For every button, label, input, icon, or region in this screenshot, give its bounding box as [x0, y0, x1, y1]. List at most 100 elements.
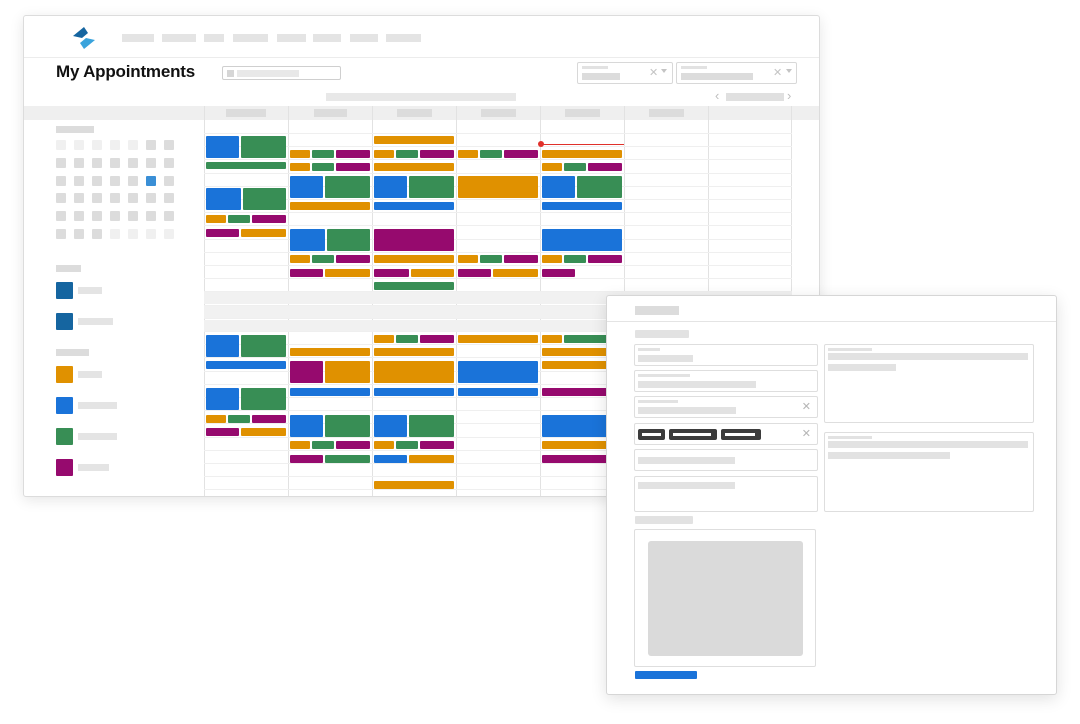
appointment-event[interactable] [374, 481, 454, 489]
nav-item[interactable] [162, 34, 196, 42]
clear-icon[interactable]: ✕ [802, 400, 811, 414]
filter-select[interactable]: ✕ [676, 62, 797, 84]
appointment-event[interactable] [252, 415, 286, 423]
day-header[interactable] [314, 109, 347, 117]
mini-calendar-day[interactable] [146, 175, 156, 186]
appointment-event[interactable] [290, 348, 370, 356]
appointment-event[interactable] [206, 335, 239, 357]
appointment-event[interactable] [396, 150, 418, 158]
appointment-event[interactable] [480, 150, 502, 158]
appointment-event[interactable] [206, 188, 241, 210]
appointment-event[interactable] [542, 255, 562, 263]
form-field[interactable] [634, 370, 818, 392]
scheduler-logo-icon[interactable] [70, 26, 98, 50]
clear-icon[interactable]: ✕ [649, 66, 658, 80]
appointment-event[interactable] [374, 415, 407, 437]
appointment-event[interactable] [327, 229, 370, 251]
mini-calendar-day[interactable] [92, 193, 102, 204]
appointment-event[interactable] [374, 163, 454, 171]
mini-calendar-day[interactable] [128, 229, 138, 239]
mini-calendar-day[interactable] [110, 211, 120, 222]
appointment-event[interactable] [325, 269, 370, 277]
appointment-event[interactable] [290, 255, 310, 263]
mini-calendar-day[interactable] [56, 211, 66, 222]
appointment-event[interactable] [493, 269, 538, 277]
nav-item[interactable] [233, 34, 268, 42]
appointment-event[interactable] [396, 441, 418, 449]
appointment-event[interactable] [409, 176, 454, 198]
mini-calendar-day[interactable] [146, 211, 156, 222]
appointment-event[interactable] [206, 428, 239, 436]
day-header[interactable] [481, 109, 516, 117]
mini-calendar-day[interactable] [164, 211, 174, 222]
description-textarea[interactable] [824, 344, 1034, 423]
day-header[interactable] [565, 109, 600, 117]
appointment-event[interactable] [206, 415, 226, 423]
appointment-event[interactable] [243, 188, 286, 210]
selected-chip[interactable] [669, 429, 717, 440]
appointment-event[interactable] [458, 150, 478, 158]
appointment-event[interactable] [290, 163, 310, 171]
mini-calendar-day[interactable] [128, 211, 138, 222]
appointment-event[interactable] [374, 176, 407, 198]
mini-calendar-day[interactable] [164, 140, 174, 150]
appointment-event[interactable] [336, 150, 370, 158]
appointment-event[interactable] [241, 136, 286, 158]
nav-item[interactable] [277, 34, 306, 42]
mini-calendar-day[interactable] [74, 157, 84, 168]
day-header[interactable] [649, 109, 684, 117]
nav-item[interactable] [386, 34, 421, 42]
appointment-event[interactable] [290, 388, 370, 396]
form-field[interactable] [634, 344, 818, 366]
mini-calendar-day[interactable] [128, 157, 138, 168]
mini-calendar-day[interactable] [110, 193, 120, 204]
mini-calendar-day[interactable] [110, 157, 120, 168]
mini-calendar-day[interactable] [56, 193, 66, 204]
nav-item[interactable] [313, 34, 341, 42]
form-field[interactable]: ✕ [634, 396, 818, 418]
appointment-event[interactable] [420, 150, 454, 158]
appointment-event[interactable] [409, 415, 454, 437]
appointment-event[interactable] [542, 202, 622, 210]
appointment-event[interactable] [411, 269, 454, 277]
mini-calendar-day[interactable] [56, 140, 66, 150]
search-input[interactable] [222, 66, 341, 80]
appointment-event[interactable] [228, 415, 250, 423]
appointment-event[interactable] [480, 255, 502, 263]
mini-calendar-day[interactable] [74, 175, 84, 186]
appointment-event[interactable] [409, 455, 454, 463]
appointment-event[interactable] [290, 269, 323, 277]
appointment-event[interactable] [374, 255, 454, 263]
chevron-left-icon[interactable]: ‹ [715, 89, 719, 103]
mini-calendar-day[interactable] [146, 193, 156, 204]
mini-calendar-day[interactable] [164, 175, 174, 186]
mini-calendar-day[interactable] [92, 140, 102, 150]
mini-calendar-day[interactable] [146, 229, 156, 239]
appointment-event[interactable] [374, 361, 454, 383]
appointment-event[interactable] [241, 388, 286, 410]
appointment-event[interactable] [290, 229, 325, 251]
appointment-event[interactable] [241, 335, 286, 357]
appointment-event[interactable] [374, 441, 394, 449]
appointment-event[interactable] [542, 229, 622, 251]
appointment-event[interactable] [312, 255, 334, 263]
appointment-event[interactable] [542, 163, 562, 171]
image-upload-area[interactable] [634, 529, 816, 667]
appointment-event[interactable] [325, 415, 370, 437]
appointment-event[interactable] [290, 441, 310, 449]
category-color-swatch[interactable] [56, 397, 73, 414]
category-color-swatch[interactable] [56, 366, 73, 383]
appointment-event[interactable] [374, 269, 409, 277]
appointment-event[interactable] [241, 229, 286, 237]
appointment-event[interactable] [374, 348, 454, 356]
appointment-event[interactable] [312, 163, 334, 171]
mini-calendar-day[interactable] [92, 211, 102, 222]
appointment-event[interactable] [336, 441, 370, 449]
mini-calendar-day[interactable] [146, 157, 156, 168]
appointment-event[interactable] [312, 441, 334, 449]
appointment-event[interactable] [542, 176, 575, 198]
appointment-event[interactable] [206, 361, 286, 369]
appointment-event[interactable] [206, 215, 226, 223]
appointment-event[interactable] [325, 361, 370, 383]
clear-icon[interactable]: ✕ [802, 427, 811, 441]
